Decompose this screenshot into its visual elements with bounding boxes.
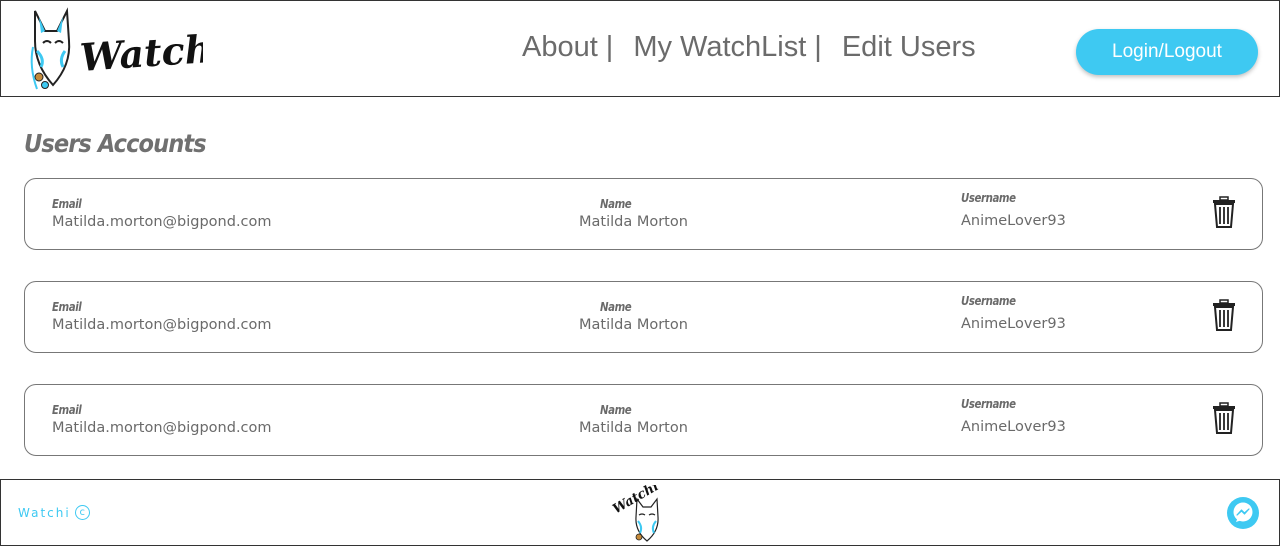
trash-icon[interactable]	[1212, 299, 1236, 331]
username-label: Username	[961, 294, 1016, 308]
name-label: Name	[600, 197, 632, 211]
name-value: Matilda Morton	[579, 214, 688, 230]
trash-icon[interactable]	[1212, 196, 1236, 228]
footer-logo[interactable]: Watchi	[609, 485, 669, 543]
username-label: Username	[961, 191, 1016, 205]
email-value: Matilda.morton@bigpond.com	[52, 420, 272, 436]
login-logout-button[interactable]: Login/Logout	[1076, 29, 1258, 75]
name-value: Matilda Morton	[579, 317, 688, 333]
name-label: Name	[600, 300, 632, 314]
copyright-icon: c	[74, 505, 90, 520]
user-card: Email Matilda.morton@bigpond.com Name Ma…	[24, 281, 1263, 353]
username-value: AnimeLover93	[961, 213, 1066, 229]
email-value: Matilda.morton@bigpond.com	[52, 214, 272, 230]
kitsune-mask-icon: Watchi	[30, 7, 203, 90]
messenger-icon[interactable]	[1226, 496, 1260, 530]
user-card: Email Matilda.morton@bigpond.com Name Ma…	[24, 178, 1263, 250]
username-label: Username	[961, 397, 1016, 411]
logo-wordmark: Watchi	[78, 25, 203, 80]
footer-brand-text: Watchi	[18, 505, 71, 520]
nav-edit-users[interactable]: Edit Users	[842, 31, 976, 64]
username-value: AnimeLover93	[961, 316, 1066, 332]
nav-about[interactable]: About	[522, 31, 598, 64]
trash-icon[interactable]	[1212, 402, 1236, 434]
name-label: Name	[600, 403, 632, 417]
site-header: Watchi About | My WatchList | Edit Users…	[0, 0, 1280, 97]
nav-my-watchlist[interactable]: My WatchList	[633, 31, 806, 64]
email-value: Matilda.morton@bigpond.com	[52, 317, 272, 333]
footer-copyright: Watchi c	[18, 505, 90, 520]
name-value: Matilda Morton	[579, 420, 688, 436]
username-value: AnimeLover93	[961, 419, 1066, 435]
email-label: Email	[52, 300, 82, 314]
nav-separator: |	[814, 31, 822, 63]
page-title: Users Accounts	[24, 129, 207, 158]
email-label: Email	[52, 403, 82, 417]
main-nav: About | My WatchList | Edit Users	[522, 31, 976, 64]
nav-separator: |	[605, 31, 614, 63]
watchi-logo[interactable]: Watchi	[27, 7, 203, 93]
email-label: Email	[52, 197, 82, 211]
user-card: Email Matilda.morton@bigpond.com Name Ma…	[24, 384, 1263, 456]
site-footer: Watchi c Watchi	[0, 479, 1280, 546]
